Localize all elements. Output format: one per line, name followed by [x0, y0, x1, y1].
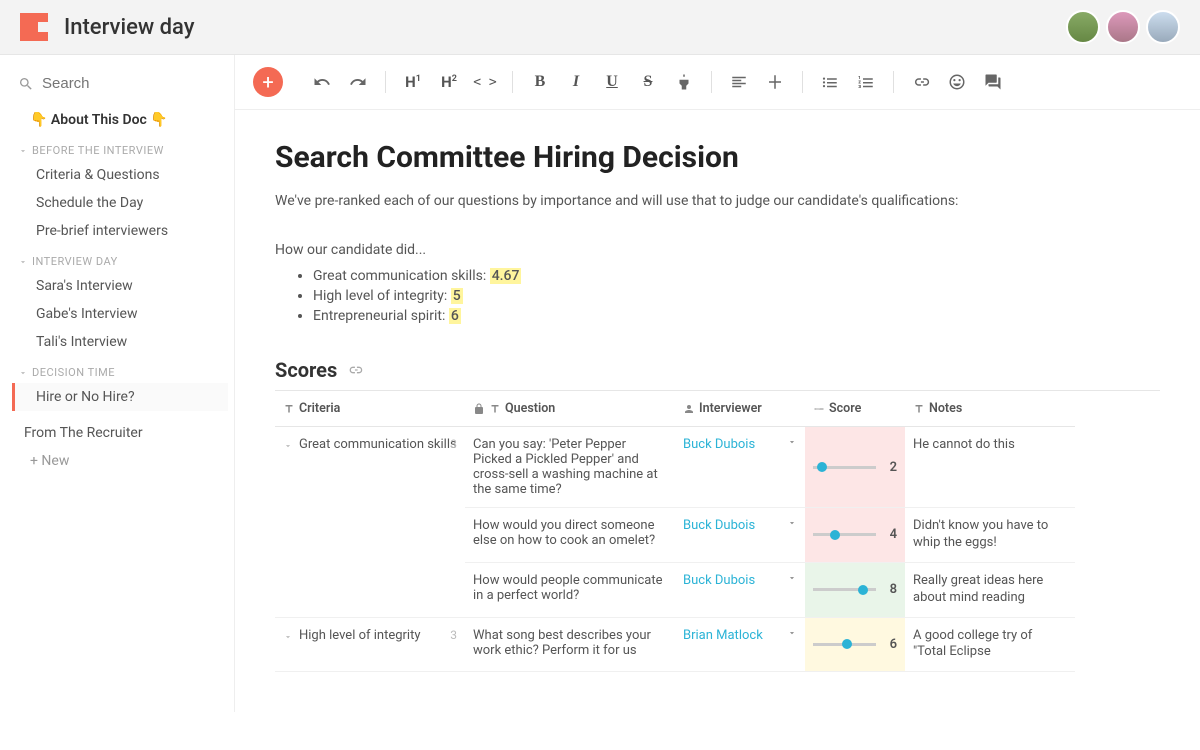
- sidebar-item[interactable]: Tali's Interview: [12, 328, 228, 356]
- sidebar-item[interactable]: Hire or No Hire?: [12, 383, 228, 411]
- avatar[interactable]: [1146, 10, 1180, 44]
- sidebar-item[interactable]: Schedule the Day: [12, 189, 228, 217]
- h2-button[interactable]: H2: [432, 65, 466, 99]
- link-button[interactable]: [904, 65, 938, 99]
- link-icon[interactable]: [347, 362, 363, 378]
- new-page-button[interactable]: + New: [12, 447, 228, 475]
- sidebar-section-header[interactable]: BEFORE THE INTERVIEW: [12, 134, 228, 161]
- score-cell[interactable]: 8: [805, 563, 905, 618]
- person-icon: [683, 403, 695, 415]
- search-icon: [18, 76, 34, 92]
- summary-bullet: Entrepreneurial spirit: 6: [313, 308, 1160, 324]
- question-cell[interactable]: Can you say: 'Peter Pepper Picked a Pick…: [465, 427, 675, 508]
- align-vertical-button[interactable]: [758, 65, 792, 99]
- strikethrough-button[interactable]: S: [631, 65, 665, 99]
- lock-icon: [473, 403, 485, 415]
- sidebar-item[interactable]: Pre-brief interviewers: [12, 217, 228, 245]
- text-type-icon: [913, 403, 925, 415]
- how-did-label: How our candidate did...: [275, 242, 1160, 258]
- notes-cell[interactable]: Didn't know you have to whip the eggs!: [905, 508, 1075, 563]
- score-cell[interactable]: 2: [805, 427, 905, 508]
- question-cell[interactable]: How would people communicate in a perfec…: [465, 563, 675, 618]
- score-summary-list: Great communication skills: 4.67 High lev…: [313, 268, 1160, 324]
- interviewer-cell[interactable]: Buck Dubois: [675, 427, 805, 508]
- align-left-button[interactable]: [722, 65, 756, 99]
- scores-heading: Scores: [275, 358, 337, 382]
- sidebar-section-header[interactable]: INTERVIEW DAY: [12, 245, 228, 272]
- h1-button[interactable]: H1: [396, 65, 430, 99]
- scores-table: Criteria Question Interviewer Score Note…: [275, 390, 1160, 672]
- bold-button[interactable]: B: [523, 65, 557, 99]
- text-type-icon: [283, 403, 295, 415]
- slider-icon: [813, 403, 825, 415]
- criteria-group[interactable]: High level of integrity3: [275, 618, 465, 673]
- add-button[interactable]: +: [253, 67, 283, 97]
- comment-button[interactable]: [976, 65, 1010, 99]
- underline-button[interactable]: U: [595, 65, 629, 99]
- avatar[interactable]: [1106, 10, 1140, 44]
- emoji-button[interactable]: [940, 65, 974, 99]
- avatar[interactable]: [1066, 10, 1100, 44]
- numbered-list-button[interactable]: [849, 65, 883, 99]
- summary-bullet: High level of integrity: 5: [313, 288, 1160, 304]
- score-cell[interactable]: 6: [805, 618, 905, 673]
- sidebar-about-doc[interactable]: 👇 About This Doc 👇: [12, 106, 228, 134]
- italic-button[interactable]: I: [559, 65, 593, 99]
- score-cell[interactable]: 4: [805, 508, 905, 563]
- criteria-group[interactable]: Great communication skills3: [275, 427, 465, 618]
- sidebar-section-header[interactable]: DECISION TIME: [12, 356, 228, 383]
- sidebar-item[interactable]: Sara's Interview: [12, 272, 228, 300]
- interviewer-cell[interactable]: Brian Matlock: [675, 618, 805, 673]
- collaborator-avatars[interactable]: [1066, 10, 1180, 44]
- interviewer-cell[interactable]: Buck Dubois: [675, 563, 805, 618]
- code-button[interactable]: < >: [468, 65, 502, 99]
- intro-text: We've pre-ranked each of our questions b…: [275, 191, 1160, 212]
- redo-button[interactable]: [341, 65, 375, 99]
- sidebar-item[interactable]: Gabe's Interview: [12, 300, 228, 328]
- notes-cell[interactable]: He cannot do this: [905, 427, 1075, 508]
- highlight-button[interactable]: [667, 65, 701, 99]
- coda-logo: [20, 13, 48, 41]
- question-cell[interactable]: What song best describes your work ethic…: [465, 618, 675, 673]
- search-input[interactable]: [42, 75, 182, 92]
- toolbar: + H1 H2 < > B I U S: [235, 55, 1200, 110]
- text-type-icon: [489, 403, 501, 415]
- undo-button[interactable]: [305, 65, 339, 99]
- question-cell[interactable]: How would you direct someone else on how…: [465, 508, 675, 563]
- document-body: Search Committee Hiring Decision We've p…: [235, 110, 1200, 712]
- page-title: Search Committee Hiring Decision: [275, 140, 1160, 175]
- sidebar: 👇 About This Doc 👇 BEFORE THE INTERVIEWC…: [0, 55, 235, 712]
- sidebar-item[interactable]: Criteria & Questions: [12, 161, 228, 189]
- notes-cell[interactable]: Really great ideas here about mind readi…: [905, 563, 1075, 618]
- summary-bullet: Great communication skills: 4.67: [313, 268, 1160, 284]
- interviewer-cell[interactable]: Buck Dubois: [675, 508, 805, 563]
- bullet-list-button[interactable]: [813, 65, 847, 99]
- notes-cell[interactable]: A good college try of "Total Eclipse: [905, 618, 1075, 673]
- sidebar-item-recruiter[interactable]: From The Recruiter: [12, 419, 228, 447]
- doc-title[interactable]: Interview day: [64, 15, 1066, 40]
